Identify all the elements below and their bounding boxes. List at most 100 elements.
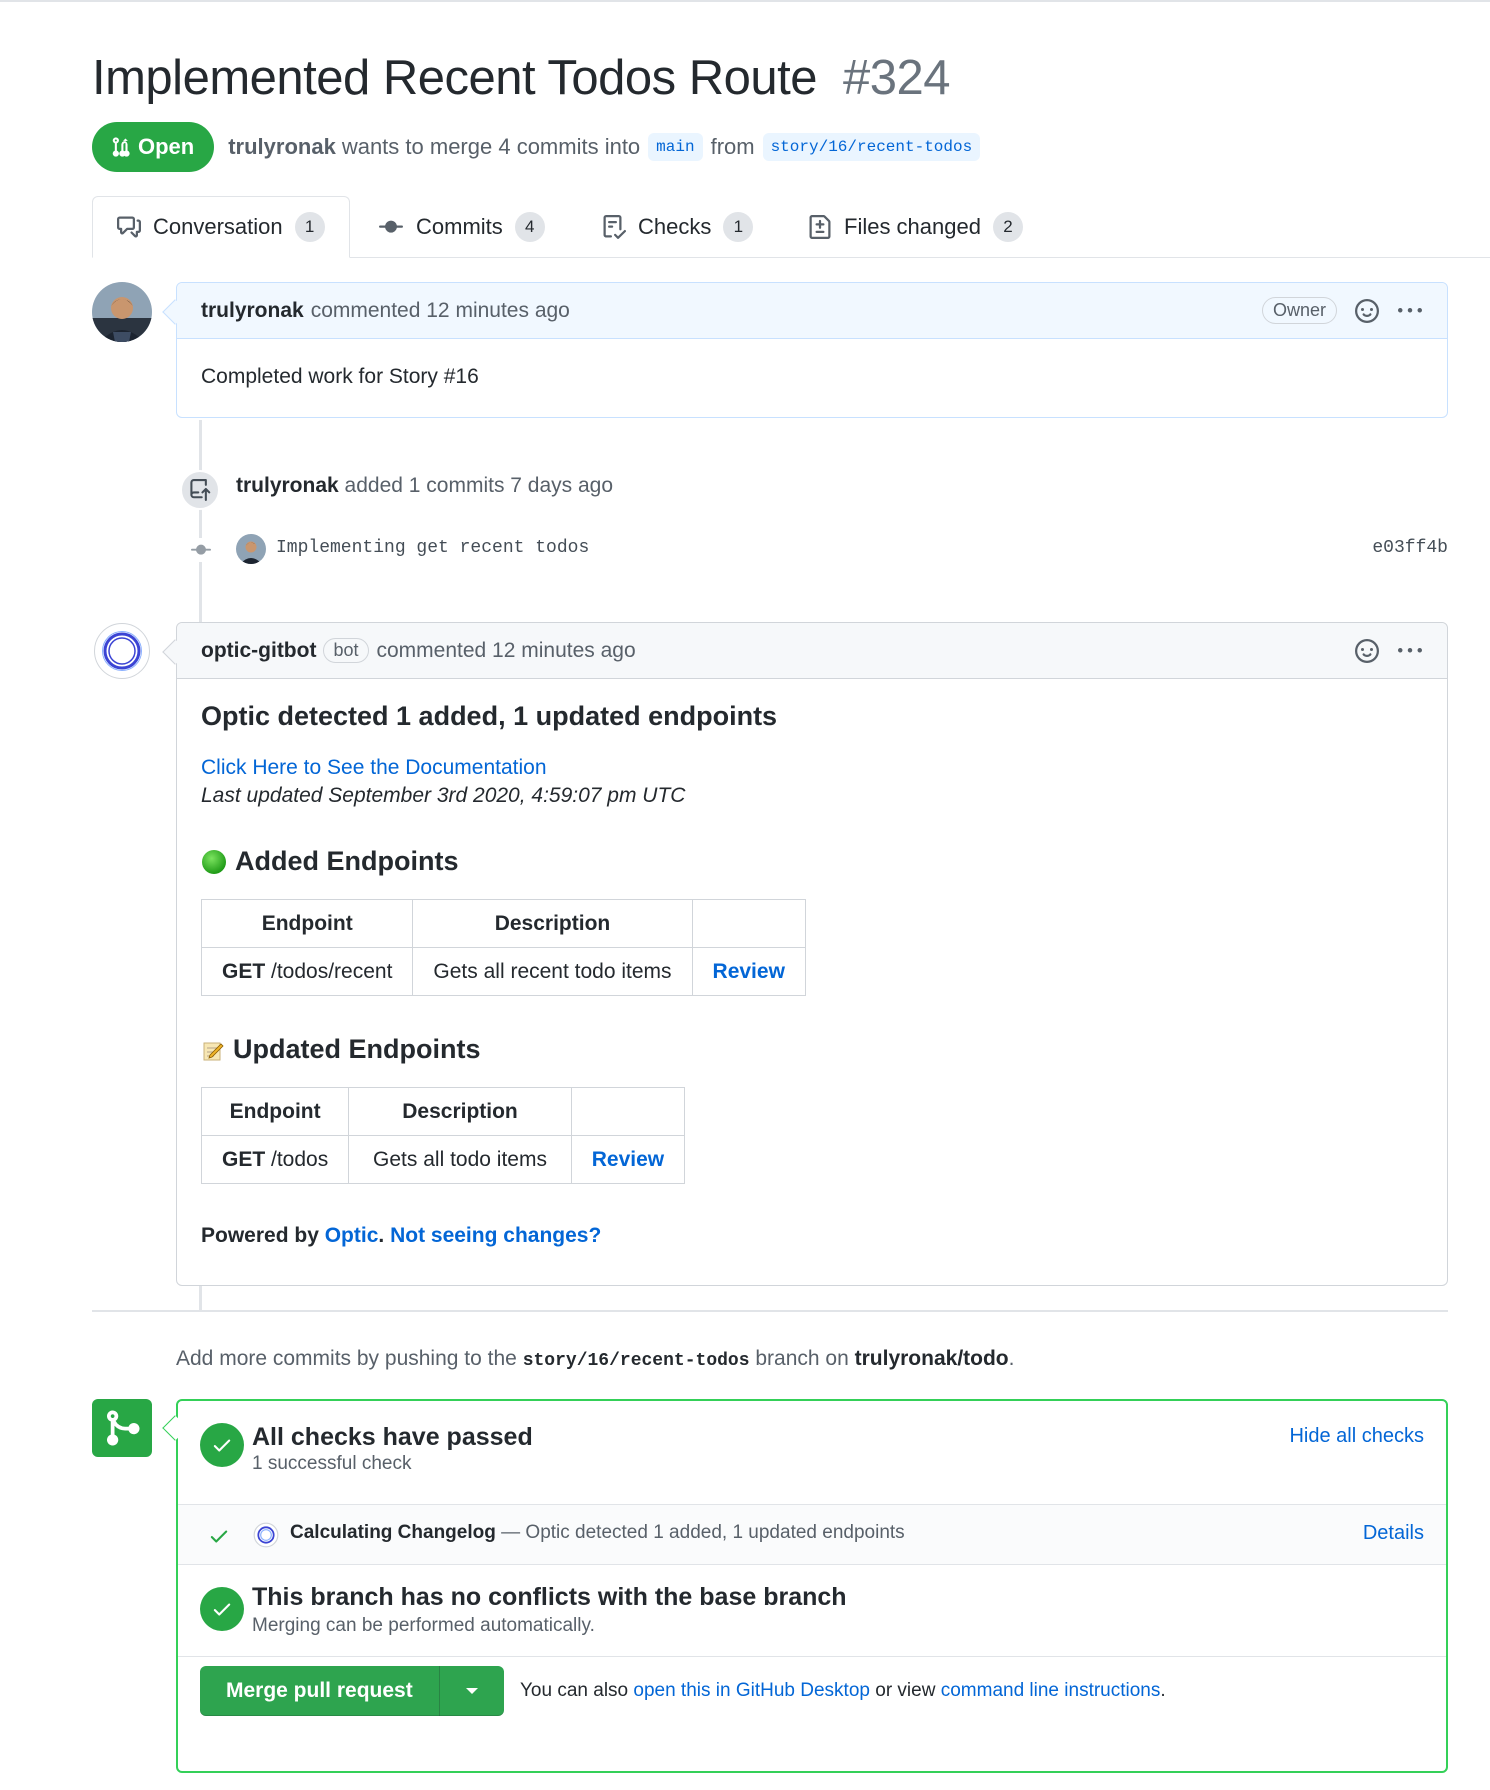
optic-comment-header: optic-gitbot bot commented 12 minutes ag… (177, 623, 1447, 679)
timeline-divider (92, 1310, 1448, 1312)
push-hint-repo[interactable]: trulyronak/todo (855, 1347, 1009, 1370)
last-updated: Last updated September 3rd 2020, 4:59:07… (201, 784, 686, 807)
endpoint-cell: GET /todos (200, 1135, 350, 1184)
merge-text: wants to merge 4 commits into (341, 134, 641, 159)
check-item-text: Calculating Changelog — Optic detected 1… (290, 1522, 905, 1544)
comment-box: trulyronak commented 12 minutes ago Owne… (162, 282, 1448, 418)
merge-status-badge (92, 1399, 152, 1457)
tab-conversation[interactable]: Conversation 1 (92, 196, 350, 258)
merge-pull-request-button[interactable]: Merge pull request (200, 1666, 440, 1716)
tab-checks-count: 1 (723, 212, 754, 242)
optic-comment-box: optic-gitbot bot commented 12 minutes ag… (162, 622, 1448, 1286)
check-item-row: Calculating Changelog — Optic detected 1… (178, 1505, 1446, 1565)
table-row: GET /todos Gets all todo items Review (200, 1135, 686, 1184)
pr-title-text: Implemented Recent Todos Route (92, 51, 817, 105)
from-text: from (710, 134, 755, 159)
more-options-icon[interactable] (1397, 639, 1423, 663)
git-pull-request-icon (112, 137, 130, 157)
added-endpoints-table: Endpoint Description GET /todos/recent G… (200, 899, 806, 996)
conflicts-subtitle: Merging can be performed automatically. (252, 1615, 595, 1636)
command-line-instructions-link[interactable]: command line instructions (941, 1680, 1161, 1701)
merge-box: All checks have passed 1 successful chec… (162, 1399, 1448, 1773)
check-details-link[interactable]: Details (1363, 1522, 1424, 1545)
commit-event-author[interactable]: trulyronak (236, 474, 339, 497)
tab-conversation-count: 1 (294, 212, 325, 242)
git-commit-icon (191, 544, 211, 555)
added-endpoints-title: Added Endpoints (235, 846, 459, 876)
endpoint-cell: GET /todos/recent (200, 947, 414, 996)
check-icon (210, 1530, 228, 1543)
tab-files-changed[interactable]: Files changed 2 (808, 196, 1023, 258)
optic-comment-timestamp[interactable]: commented 12 minutes ago (377, 639, 636, 663)
pr-meta: Open trulyronak wants to merge 4 commits… (92, 122, 988, 172)
review-link[interactable]: Review (713, 960, 785, 983)
optic-comment-author[interactable]: optic-gitbot (201, 639, 316, 663)
merge-button-group: Merge pull request (200, 1666, 504, 1716)
endpoint-header: Endpoint (200, 1087, 350, 1136)
description-header: Description (348, 1087, 572, 1136)
repo-push-icon (190, 479, 211, 501)
endpoint-path: /todos (271, 1147, 329, 1171)
review-cell: Review (691, 947, 806, 996)
not-seeing-changes-link[interactable]: Not seeing changes? (390, 1224, 601, 1247)
updated-endpoints-title: Updated Endpoints (233, 1034, 481, 1064)
endpoint-method: GET (222, 1147, 266, 1171)
pr-number: #324 (842, 51, 951, 105)
file-diff-icon (809, 215, 831, 239)
tab-conversation-label: Conversation (153, 214, 283, 239)
push-hint-prefix: Add more commits by pushing to the (176, 1347, 517, 1370)
endpoint-method: GET (222, 959, 266, 983)
table-header-row: Endpoint Description (200, 1087, 686, 1136)
avatar[interactable] (92, 282, 152, 342)
comment-header: trulyronak commented 12 minutes ago Owne… (177, 283, 1447, 339)
top-divider (0, 0, 1490, 2)
comment-author[interactable]: trulyronak (201, 299, 304, 323)
description-cell: Gets all todo items (348, 1135, 572, 1184)
no-conflicts-badge (200, 1587, 244, 1631)
state-badge: Open (92, 122, 215, 172)
optic-comment-body: Optic detected 1 added, 1 updated endpoi… (177, 679, 1447, 1270)
check-name: Calculating Changelog (290, 1522, 496, 1543)
or-view-text: or view (875, 1680, 936, 1701)
commit-sha[interactable]: e03ff4b (1372, 538, 1448, 558)
optic-link[interactable]: Optic (325, 1224, 379, 1247)
hide-all-checks-link[interactable]: Hide all checks (1289, 1425, 1424, 1448)
endpoint-path: /todos/recent (271, 959, 393, 983)
powered-by-period: . (378, 1224, 385, 1247)
documentation-link[interactable]: Click Here to See the Documentation (201, 756, 547, 779)
head-branch[interactable]: story/16/recent-todos (762, 133, 981, 161)
repo-push-badge (180, 470, 220, 510)
tab-commits[interactable]: Commits 4 (378, 196, 545, 258)
check-description: — Optic detected 1 added, 1 updated endp… (501, 1522, 905, 1543)
smiley-icon[interactable] (1355, 638, 1379, 663)
checks-subtitle: 1 successful check (252, 1453, 412, 1474)
push-hint-middle: branch on (755, 1347, 849, 1370)
base-branch[interactable]: main (648, 133, 703, 161)
also-suffix: . (1160, 1680, 1166, 1701)
commit-event-action: added 1 commits 7 days ago (344, 474, 614, 497)
tab-checks[interactable]: Checks 1 (602, 196, 754, 258)
powered-by-line: Powered by Optic. Not seeing changes? (201, 1224, 1423, 1248)
merge-method-dropdown[interactable] (440, 1666, 504, 1716)
table-header-row: Endpoint Description (200, 899, 806, 948)
action-header (570, 1087, 686, 1136)
pr-author-link[interactable]: trulyronak (228, 134, 336, 160)
comment-body: Completed work for Story #16 (201, 365, 479, 388)
git-merge-icon (107, 1410, 140, 1446)
added-endpoints-heading: Added Endpoints (201, 846, 1423, 877)
commit-message[interactable]: Implementing get recent todos (276, 538, 589, 558)
push-hint-branch: story/16/recent-todos (522, 1351, 750, 1371)
commit-node (187, 538, 215, 562)
checks-title: All checks have passed (252, 1423, 533, 1451)
optic-logo-icon (253, 1522, 279, 1548)
review-link[interactable]: Review (592, 1148, 664, 1171)
comment-timestamp[interactable]: commented 12 minutes ago (311, 299, 570, 323)
open-in-desktop-link[interactable]: open this in GitHub Desktop (633, 1680, 870, 1701)
commit-avatar[interactable] (236, 534, 266, 564)
more-options-icon[interactable] (1397, 299, 1423, 323)
bot-label: bot (323, 638, 369, 663)
powered-by-text: Powered by (201, 1224, 319, 1247)
optic-bot-avatar[interactable] (94, 623, 150, 679)
smiley-icon[interactable] (1355, 298, 1379, 323)
description-cell: Gets all recent todo items (412, 947, 693, 996)
